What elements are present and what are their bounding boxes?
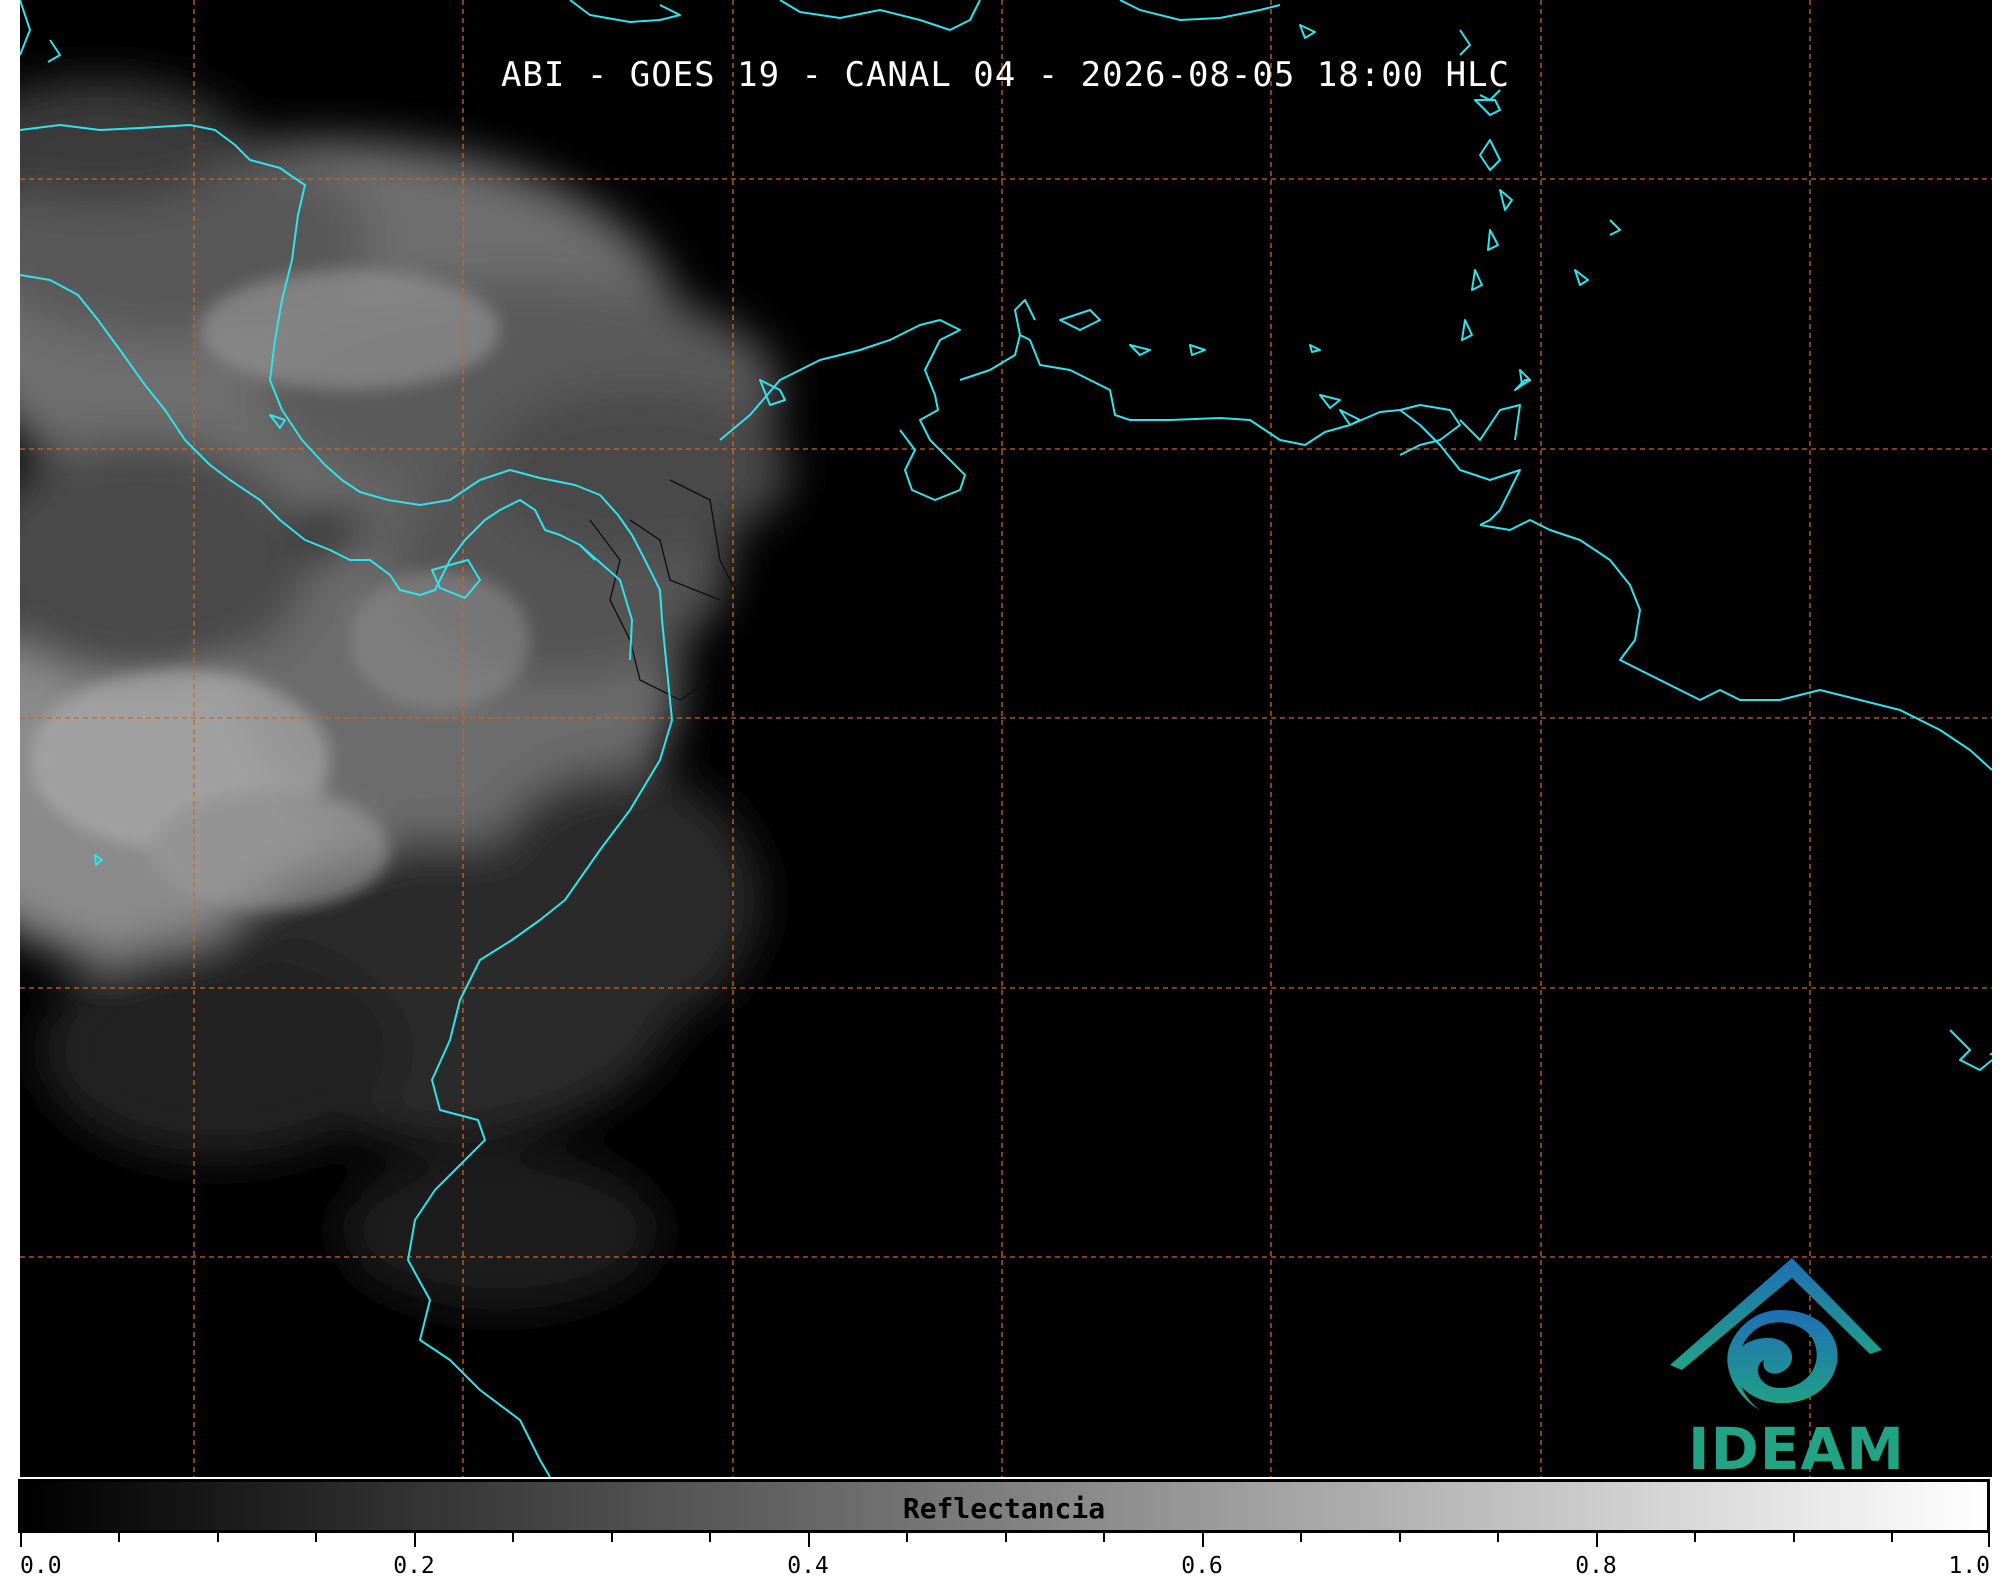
colorbar-ticks: 0.0 0.2 0.4 0.6 0.8 1.0 [20, 1533, 1990, 1579]
colorbar-tick-minor [611, 1533, 613, 1542]
colorbar-tick-minor [315, 1533, 317, 1542]
colorbar-tick [414, 1533, 416, 1547]
colorbar-tick-label: 0.0 [20, 1553, 62, 1579]
colorbar-tick-minor [906, 1533, 908, 1542]
colorbar-tick-minor [1694, 1533, 1696, 1542]
colorbar-tick-minor [118, 1533, 120, 1542]
colorbar-tick [20, 1533, 22, 1547]
colorbar-tick-minor [1891, 1533, 1893, 1542]
colorbar-tick-label: 0.2 [393, 1553, 435, 1579]
colorbar-tick [1596, 1533, 1598, 1547]
colorbar-tick-label: 1.0 [1948, 1553, 1990, 1579]
colorbar-tick-minor [1103, 1533, 1105, 1542]
colorbar-tick-label: 0.4 [787, 1553, 829, 1579]
colorbar-label: Reflectancia [902, 1492, 1106, 1525]
colorbar-tick [1202, 1533, 1204, 1547]
colorbar-tick-minor [512, 1533, 514, 1542]
colorbar-tick-minor [1793, 1533, 1795, 1542]
map-title: ABI - GOES 19 - CANAL 04 - 2026-08-05 18… [500, 55, 1511, 95]
colorbar: Reflectancia [18, 1479, 1990, 1533]
colorbar-tick-minor [709, 1533, 711, 1542]
colorbar-tick-minor [1497, 1533, 1499, 1542]
colorbar-tick-minor [1399, 1533, 1401, 1542]
colorbar-tick-label: 0.6 [1181, 1553, 1223, 1579]
colorbar-tick-minor [217, 1533, 219, 1542]
colorbar-tick-minor [1005, 1533, 1007, 1542]
colorbar-tick [808, 1533, 810, 1547]
colorbar-tick [1988, 1533, 1990, 1547]
colorbar-tick-label: 0.8 [1575, 1553, 1617, 1579]
logo-text: IDEAM [1688, 1415, 1905, 1483]
colorbar-tick-minor [1300, 1533, 1302, 1542]
